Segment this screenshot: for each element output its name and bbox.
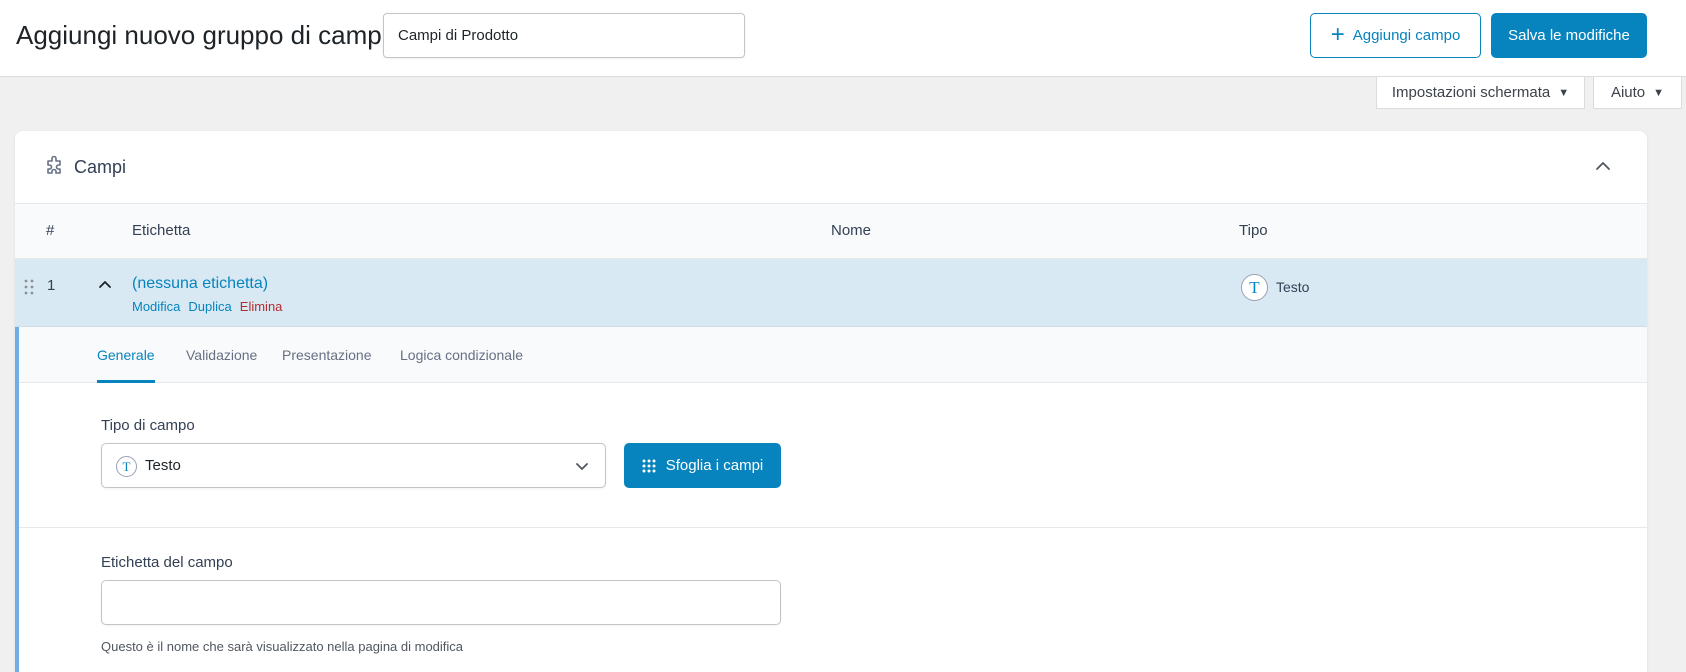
screen-options-tab[interactable]: Impostazioni schermata ▼ — [1376, 77, 1585, 109]
column-number: # — [46, 222, 55, 239]
field-label-label: Etichetta del campo — [101, 554, 233, 571]
panel-title: Campi — [74, 157, 127, 177]
field-order-number: 1 — [47, 277, 56, 294]
column-type: Tipo — [1239, 222, 1268, 239]
edit-field-link[interactable]: Modifica — [132, 299, 180, 314]
field-type-select[interactable]: T Testo — [101, 443, 606, 488]
text-type-icon: T — [116, 456, 137, 477]
field-group-title-input[interactable] — [383, 13, 745, 58]
browse-fields-label: Sfoglia i campi — [665, 457, 764, 474]
top-bar: Aggiungi nuovo gruppo di campi + Aggiung… — [0, 0, 1686, 77]
text-type-icon: T — [1241, 274, 1268, 301]
field-row[interactable]: 1 (nessuna etichetta) Modifica Duplica E… — [15, 259, 1647, 327]
help-label: Aiuto — [1610, 84, 1646, 101]
field-type-text: Testo — [1276, 279, 1310, 295]
drag-handle-icon[interactable] — [24, 279, 34, 295]
tab-presentation[interactable]: Presentazione — [282, 347, 372, 383]
puzzle-icon — [47, 155, 61, 174]
chevron-up-icon[interactable] — [1592, 155, 1614, 177]
tab-validation[interactable]: Validazione — [186, 347, 257, 383]
add-field-label: Aggiungi campo — [1352, 27, 1461, 44]
settings-tabs: Generale Validazione Presentazione Logic… — [19, 327, 1647, 383]
tab-conditional-logic[interactable]: Logica condizionale — [400, 347, 523, 383]
browse-fields-button[interactable]: Sfoglia i campi — [624, 443, 781, 488]
field-label-help-text: Questo è il nome che sarà visualizzato n… — [101, 639, 464, 654]
chevron-up-icon[interactable] — [95, 275, 115, 295]
field-row-actions: Modifica Duplica Elimina — [132, 299, 282, 314]
caret-down-icon: ▼ — [1653, 86, 1665, 99]
column-label: Etichetta — [132, 222, 191, 239]
fields-panel-header[interactable]: Campi — [15, 131, 1647, 204]
help-tab[interactable]: Aiuto ▼ — [1593, 77, 1682, 109]
add-field-button[interactable]: + Aggiungi campo — [1310, 13, 1481, 58]
grid-icon — [642, 459, 656, 472]
page-title: Aggiungi nuovo gruppo di campi — [16, 20, 388, 50]
duplicate-field-link[interactable]: Duplica — [188, 299, 231, 314]
delete-field-link[interactable]: Elimina — [240, 299, 283, 314]
save-changes-button[interactable]: Salva le modifiche — [1491, 13, 1647, 58]
tab-general[interactable]: Generale — [97, 347, 155, 383]
field-label-link[interactable]: (nessuna etichetta) — [132, 275, 268, 293]
field-settings: Generale Validazione Presentazione Logic… — [15, 327, 1647, 672]
field-label-input[interactable] — [101, 580, 781, 625]
caret-down-icon: ▼ — [1558, 86, 1570, 99]
chevron-down-icon — [576, 463, 588, 470]
fields-table-header: # Etichetta Nome Tipo — [15, 204, 1647, 259]
field-type-label: Tipo di campo — [101, 417, 195, 434]
section-divider — [19, 527, 1647, 528]
field-type-selected-value: Testo — [145, 457, 181, 474]
plus-icon: + — [1330, 20, 1345, 48]
screen-options-label: Impostazioni schermata — [1391, 84, 1551, 101]
column-name: Nome — [831, 222, 872, 239]
fields-panel: Campi # Etichetta Nome Tipo 1 (nessuna e… — [15, 131, 1647, 672]
